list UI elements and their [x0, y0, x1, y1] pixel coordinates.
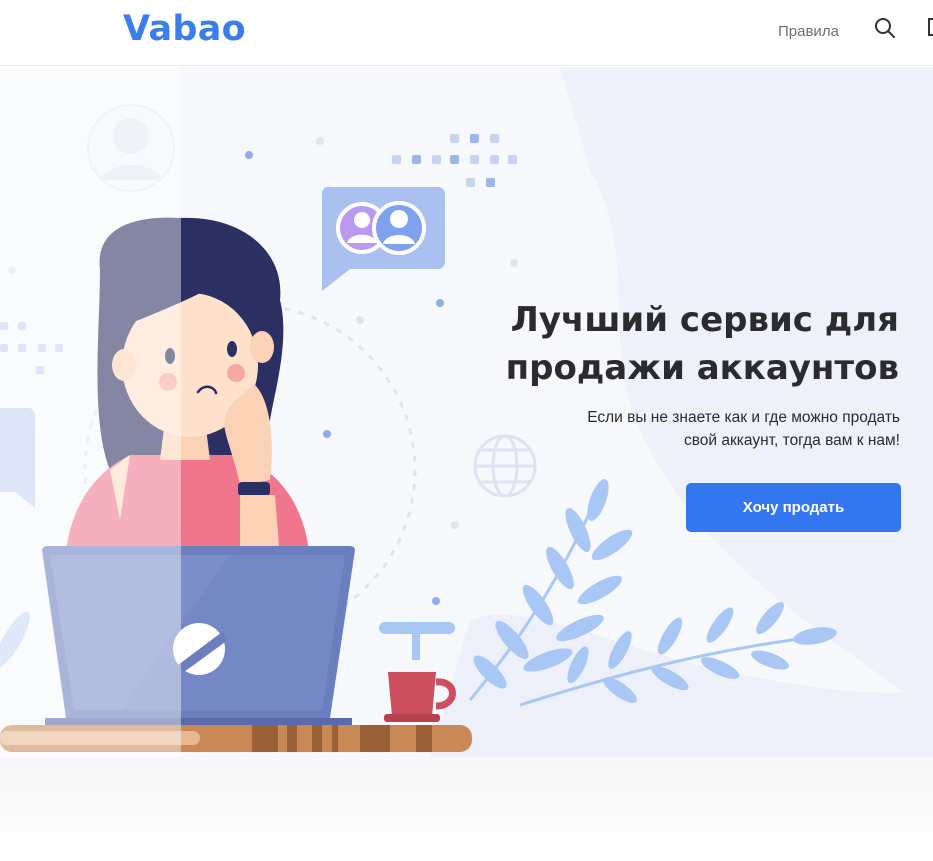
hero-title: Лучший сервис для продажи аккаунтов [439, 296, 899, 392]
hero-section: Лучший сервис для продажи аккаунтов Если… [0, 67, 933, 757]
site-header: Vabao Правила [0, 0, 933, 66]
hero-title-line-2: продажи аккаунтов [505, 348, 899, 388]
nav-link-rules[interactable]: Правила [778, 23, 839, 40]
hero-subtitle-line-2: свой аккаунт, тогда вам к нам! [683, 432, 900, 449]
hero-subtitle-line-1: Если вы не знаете как и где можно продат… [587, 409, 900, 426]
want-to-sell-button[interactable]: Хочу продать [686, 483, 901, 532]
logo[interactable]: Vabao [123, 9, 246, 49]
menu-icon[interactable] [928, 18, 933, 36]
section-divider [0, 757, 933, 861]
hero-title-line-1: Лучший сервис для [510, 300, 899, 340]
search-icon[interactable] [873, 16, 897, 40]
hero-subtitle: Если вы не знаете как и где можно продат… [480, 406, 900, 452]
